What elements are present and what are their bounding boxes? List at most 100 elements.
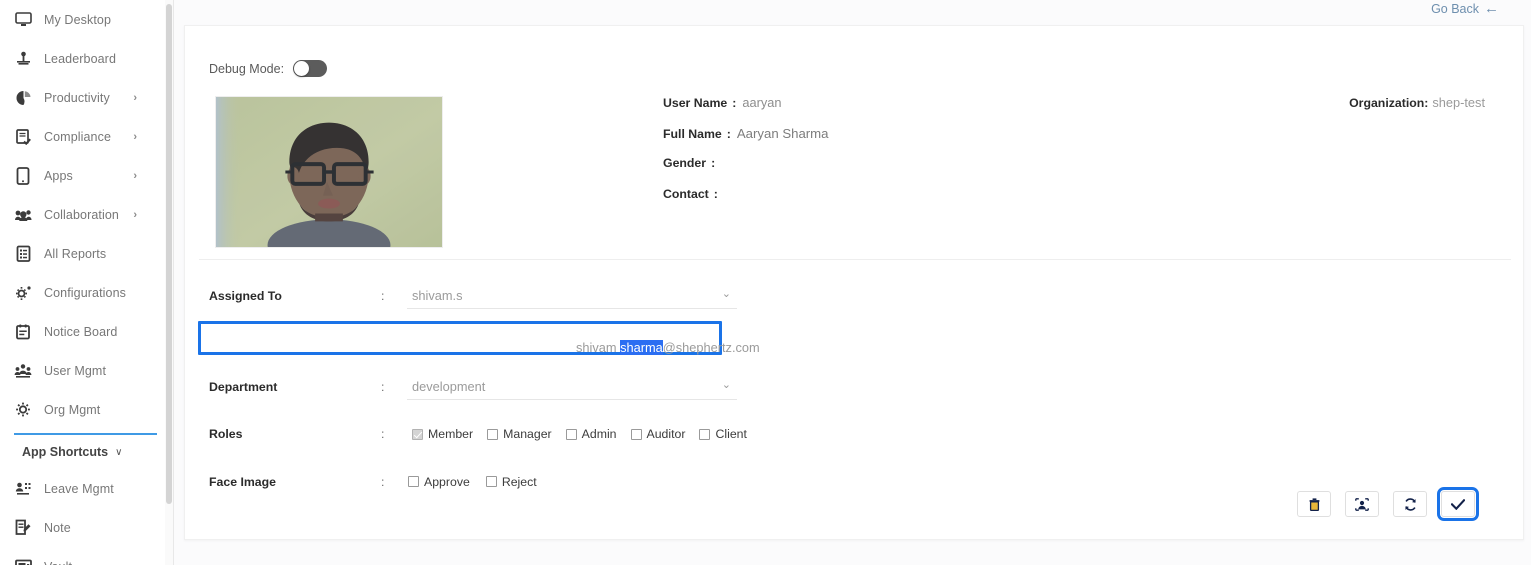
checkbox-icon[interactable] — [565, 428, 577, 440]
sidebar-item-compliance[interactable]: Compliance › — [0, 117, 165, 156]
sidebar-item-collaboration[interactable]: Collaboration › — [0, 195, 165, 234]
check-icon — [1451, 498, 1465, 510]
sidebar-item-label: My Desktop — [44, 12, 111, 27]
roles-checkbox-group: Member Manager Admin Auditor Client — [407, 427, 1509, 441]
sidebar-item-label: Apps — [44, 168, 73, 183]
role-checkbox-client[interactable]: Client — [699, 427, 747, 441]
sidebar-item-label: Org Mgmt — [44, 402, 101, 417]
organization-label: Organization: — [1349, 96, 1429, 110]
sidebar-item-label: Productivity — [44, 90, 110, 105]
face-image-control: Approve Reject — [403, 475, 1509, 489]
chevron-right-icon: › — [133, 208, 137, 221]
role-checkbox-member[interactable]: Member — [412, 427, 473, 441]
form-row-department: Department : development ⌄ — [209, 365, 1509, 408]
checkbox-icon[interactable] — [487, 428, 499, 440]
sidebar-item-vault[interactable]: Vault — [0, 547, 165, 565]
tablet-icon — [12, 166, 34, 186]
pie-chart-icon — [12, 88, 34, 108]
sidebar-item-user-mgmt[interactable]: User Mgmt — [0, 351, 165, 390]
face-image-option-label: Reject — [501, 474, 537, 489]
sidebar-item-label: Notice Board — [44, 324, 118, 339]
checkbox-icon[interactable] — [485, 476, 497, 487]
profile-photo — [215, 96, 443, 248]
confirm-button[interactable] — [1437, 487, 1479, 521]
face-image-label: Face Image — [209, 474, 276, 489]
sidebar-item-org-mgmt[interactable]: Org Mgmt — [0, 390, 165, 429]
chevron-down-icon: ∨ — [115, 446, 123, 458]
go-back-label: Go Back — [1431, 1, 1479, 16]
leaderboard-icon — [12, 49, 34, 69]
sidebar-item-configurations[interactable]: Configurations — [0, 273, 165, 312]
email-prefix: shivam — [576, 340, 621, 355]
sidebar-item-label: User Mgmt — [44, 363, 107, 378]
organization-value: shep-test — [1432, 95, 1485, 110]
sidebar-item-notice-board[interactable]: Notice Board — [0, 312, 165, 351]
trash-icon — [1309, 497, 1320, 511]
leave-mgmt-icon — [12, 479, 34, 499]
face-image-checkbox-approve[interactable]: Approve — [408, 475, 470, 489]
user-photo-icon — [1355, 497, 1369, 511]
go-back-link[interactable]: Go Back ← — [1431, 1, 1499, 16]
sidebar-item-productivity[interactable]: Productivity › — [0, 78, 165, 117]
email-selected-text: sharma — [620, 340, 663, 355]
role-checkbox-admin[interactable]: Admin — [565, 427, 617, 441]
role-label: Auditor — [646, 427, 686, 441]
debug-mode-label: Debug Mode: — [209, 61, 285, 76]
sidebar-item-label: Collaboration — [44, 207, 119, 222]
organization-info: Organization: shep-test — [1349, 95, 1485, 110]
chevron-right-icon: › — [133, 130, 137, 143]
sidebar-section-app-shortcuts[interactable]: App Shortcuts ∨ — [0, 435, 165, 469]
role-checkbox-manager[interactable]: Manager — [487, 427, 552, 441]
chevron-down-icon: ⌄ — [721, 378, 731, 391]
section-divider — [199, 259, 1511, 260]
assigned-to-value: shivam.s — [412, 287, 463, 303]
user-details-list: User Name : aaryan Full Name : Aaryan Sh… — [663, 95, 829, 217]
detail-value: aaryan — [742, 95, 782, 110]
photo-button[interactable] — [1345, 491, 1379, 517]
user-detail-card: Debug Mode: User Name: aaryan Full Name… — [184, 25, 1524, 540]
sidebar-item-label: Configurations — [44, 285, 127, 300]
sidebar: My Desktop Leaderboard Productivity › Co… — [0, 0, 165, 565]
assigned-to-select[interactable]: shivam.s ⌄ — [407, 283, 737, 309]
face-image-checkbox-group: Approve Reject — [403, 475, 1509, 489]
assigned-to-label: Assigned To — [209, 288, 282, 303]
role-label: Admin — [581, 427, 617, 441]
sidebar-item-leaderboard[interactable]: Leaderboard — [0, 39, 165, 78]
face-image-checkbox-reject[interactable]: Reject — [485, 474, 537, 489]
sidebar-item-leave-mgmt[interactable]: Leave Mgmt — [0, 469, 165, 508]
department-select[interactable]: development ⌄ — [407, 374, 737, 400]
chevron-down-icon: ⌄ — [721, 287, 731, 300]
sidebar-scrollbar-thumb[interactable] — [166, 4, 172, 504]
detail-colon: : — [732, 96, 737, 110]
checkbox-icon[interactable] — [412, 428, 423, 440]
sidebar-item-apps[interactable]: Apps › — [0, 156, 165, 195]
checkbox-icon[interactable] — [699, 428, 711, 440]
sidebar-item-all-reports[interactable]: All Reports — [0, 234, 165, 273]
sidebar-item-label: Compliance — [44, 129, 112, 144]
checkbox-icon[interactable] — [408, 476, 419, 487]
form-row-roles: Roles : Member Manager Admin Auditor Cli… — [209, 408, 1509, 460]
refresh-button[interactable] — [1393, 491, 1427, 517]
delete-button[interactable] — [1297, 491, 1331, 517]
role-label: Client — [715, 427, 747, 441]
detail-key: Contact — [663, 186, 709, 201]
debug-mode-row: Debug Mode: — [209, 60, 328, 77]
role-checkbox-auditor[interactable]: Auditor — [630, 427, 686, 441]
monitor-icon — [12, 10, 34, 30]
assigned-to-colon: : — [381, 288, 385, 303]
roles-label: Roles — [209, 427, 243, 441]
chevron-right-icon: › — [133, 91, 137, 104]
debug-mode-toggle[interactable] — [293, 60, 328, 77]
sidebar-item-label: Leave Mgmt — [44, 481, 114, 496]
face-image-colon: : — [381, 474, 385, 489]
detail-key: User Name — [663, 96, 728, 110]
assigned-to-email-value: shivam sharma@shephertz.com — [576, 340, 760, 355]
roles-colon: : — [381, 427, 385, 441]
notice-board-icon — [12, 322, 34, 342]
sidebar-item-my-desktop[interactable]: My Desktop — [0, 0, 165, 39]
sidebar-item-note[interactable]: Note — [0, 508, 165, 547]
checkbox-icon[interactable] — [630, 428, 642, 440]
toggle-knob — [294, 61, 310, 76]
role-label: Member — [428, 427, 474, 441]
department-colon: : — [381, 379, 385, 394]
